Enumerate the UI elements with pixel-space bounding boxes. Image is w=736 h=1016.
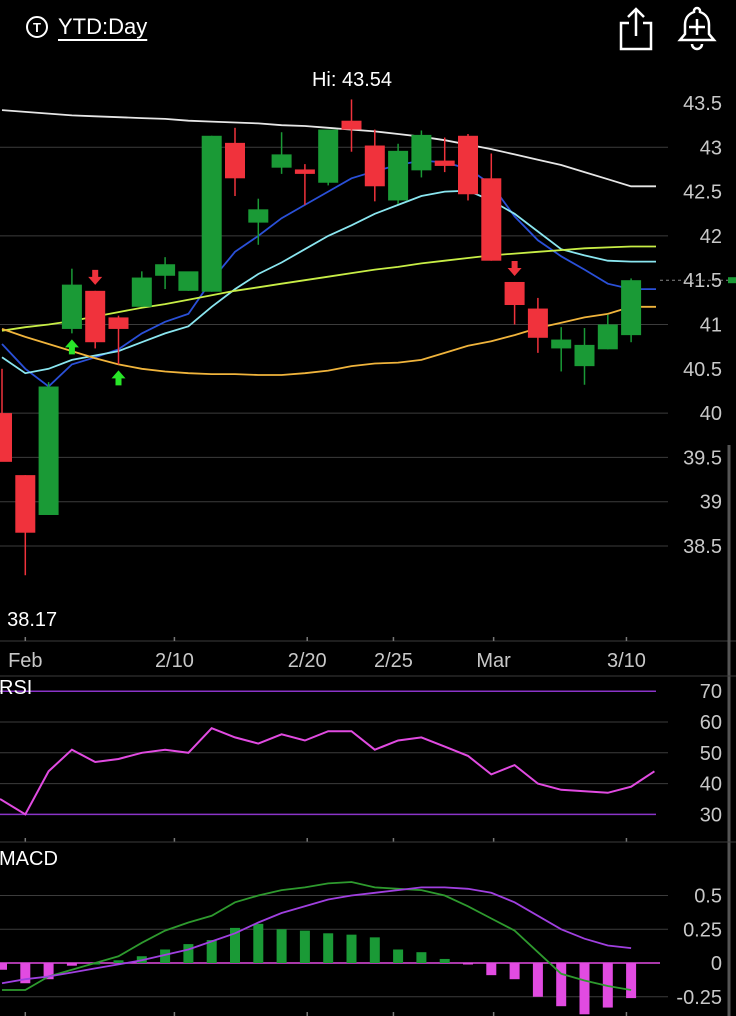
rsi-title: RSI: [0, 677, 32, 699]
macd-histogram-bar: [626, 963, 637, 999]
date-tick-label: 2/10: [155, 650, 194, 672]
macd-histogram-bar: [66, 963, 77, 966]
sell-signal-arrow: [88, 269, 103, 285]
rsi-tick-label: 50: [700, 743, 722, 765]
macd-histogram-bar: [463, 963, 473, 965]
macd-histogram-bar: [486, 963, 497, 976]
candle-body: [364, 145, 385, 187]
price-tick-label: 41: [700, 315, 722, 337]
low-price-label: : 38.17: [0, 609, 57, 631]
macd-histogram-bar: [579, 963, 590, 1015]
candle-body: [388, 150, 409, 201]
price-tick-label: 40.5: [683, 359, 722, 381]
macd-histogram-bar: [323, 933, 334, 963]
buy-signal-arrow: [111, 370, 126, 386]
candle-body: [411, 134, 432, 171]
date-tick-label: Feb: [8, 650, 42, 672]
candle-body: [61, 284, 82, 329]
macd-tick-label: 0.5: [694, 886, 722, 908]
rsi-tick-label: 60: [700, 712, 722, 734]
macd-histogram-bar: [113, 960, 124, 963]
macd-histogram-bar: [393, 949, 404, 963]
macd-histogram-bar: [276, 929, 287, 963]
date-tick-label: 2/20: [288, 650, 327, 672]
rsi-tick-label: 70: [700, 681, 722, 703]
macd-histogram-bar: [0, 963, 7, 970]
candle-body: [597, 324, 618, 350]
price-tick-label: 43: [700, 137, 722, 159]
candle-body: [85, 290, 106, 343]
macd-title: MACD: [0, 848, 58, 870]
candle-body: [225, 142, 245, 179]
macd-tick-label: 0: [711, 953, 722, 975]
price-tick-label: 39.5: [683, 447, 722, 469]
candle-body: [341, 120, 362, 130]
candle-body: [15, 475, 36, 533]
rsi-tick-label: 30: [700, 804, 722, 826]
candle-body: [294, 169, 315, 174]
macd-histogram-bar: [369, 937, 380, 963]
candle-body: [481, 178, 502, 261]
macd-histogram-bar: [346, 934, 357, 963]
price-tick-label: 38.5: [683, 536, 722, 558]
moving-average-line: [1, 159, 656, 388]
high-price-label: Hi: 43.54: [312, 69, 392, 91]
grid: 43.5 43 42.5 42 41.5 41 40.5 40 39.5 39 38.5 Feb 2/1…: [0, 93, 736, 1016]
macd-histogram-bar: [253, 923, 264, 963]
macd-histogram-bar: [299, 930, 310, 963]
macd-histogram-bar: [439, 958, 450, 963]
macd-histogram-bar: [183, 944, 194, 963]
macd-histogram-bar: [509, 963, 520, 980]
price-tick-label: 41.5: [683, 270, 722, 292]
candle-body: [504, 281, 525, 306]
candle-body: [131, 277, 152, 307]
candle-body: [38, 386, 59, 515]
price-tick-label: 43.5: [683, 93, 722, 115]
candle-body: [551, 339, 572, 349]
candle-body: [621, 280, 642, 336]
candle-body: [527, 308, 548, 338]
price-tick-label: 42.5: [683, 182, 722, 204]
candle-body: [0, 413, 12, 462]
price-tick-label: 39: [700, 492, 722, 514]
macd-panel: 0.5 0.25 0 -0.25: [0, 841, 736, 1015]
candle-body: [574, 344, 595, 367]
date-tick-label: Mar: [476, 650, 511, 672]
candle-body: [248, 209, 269, 223]
last-price-marker: [728, 277, 736, 284]
macd-tick-label: 0.25: [683, 919, 722, 941]
rsi-panel: 70 60 50 40 30: [0, 675, 736, 826]
candles: [0, 99, 642, 576]
candle-body: [271, 154, 292, 168]
candle-body: [178, 271, 199, 291]
candle-body: [108, 317, 129, 329]
candle-body: [201, 135, 222, 292]
candle-body: [155, 264, 176, 276]
macd-tick-label: -0.25: [676, 987, 722, 1009]
price-tick-label: 42: [700, 226, 722, 248]
macd-histogram-bar: [416, 952, 427, 963]
candle-body: [318, 129, 339, 183]
stock-chart[interactable]: 43.5 43 42.5 42 41.5 41 40.5 40 39.5 39 38.5 Feb 2/1…: [0, 0, 736, 1016]
macd-histogram-bar: [532, 963, 543, 997]
date-tick-label: 2/25: [374, 650, 413, 672]
rsi-line: [0, 727, 655, 816]
rsi-tick-label: 40: [700, 774, 722, 796]
sell-signal-arrow: [507, 260, 522, 276]
candle-body: [458, 135, 478, 195]
price-tick-label: 40: [700, 403, 722, 425]
candle-body: [434, 160, 455, 166]
date-tick-label: 3/10: [607, 650, 646, 672]
